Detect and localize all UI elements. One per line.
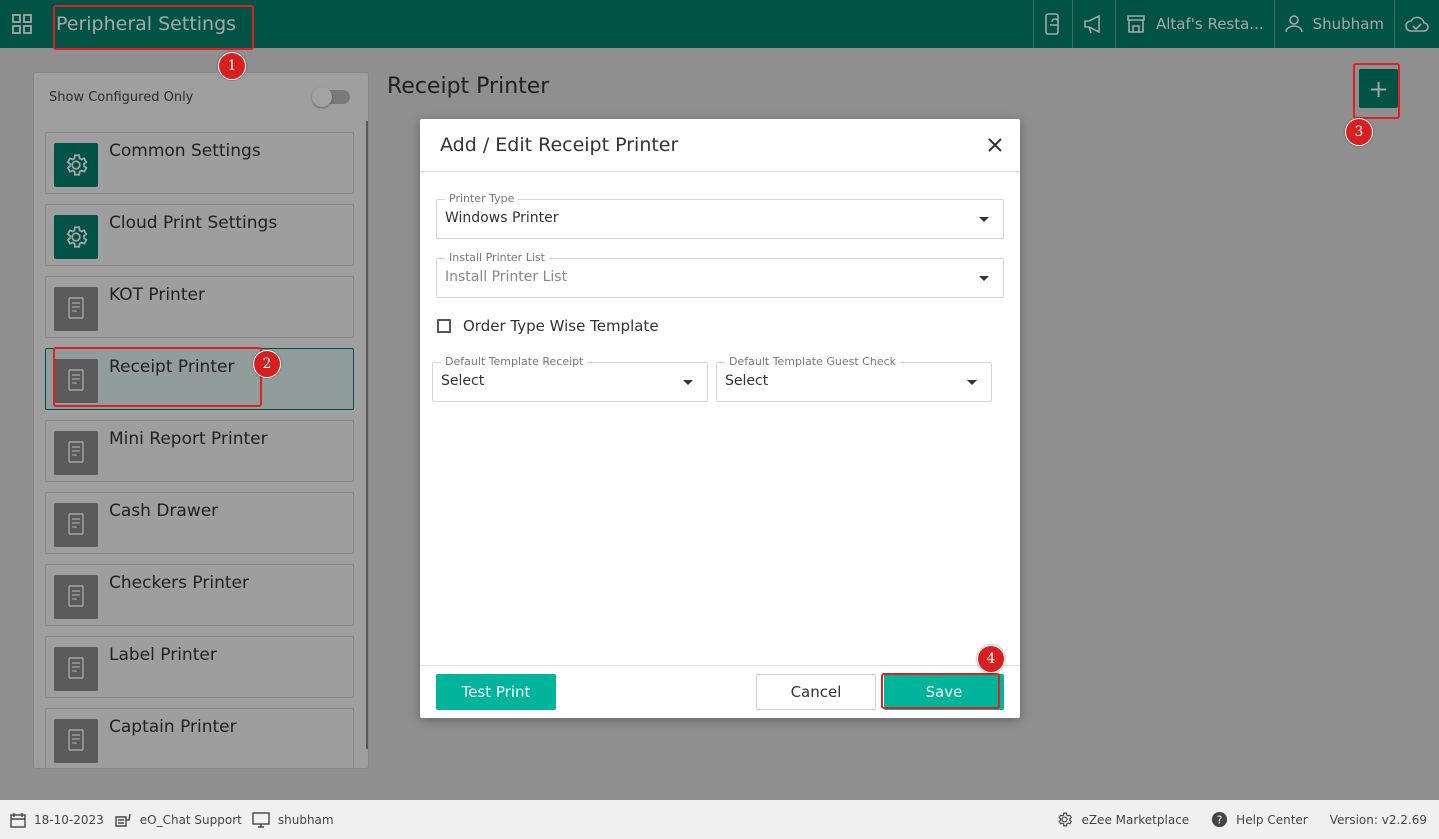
chevron-down-icon	[683, 380, 693, 385]
chevron-down-icon	[979, 276, 989, 281]
order-type-wise-template[interactable]: Order Type Wise Template	[437, 317, 659, 335]
template-guest-legend: Default Template Guest Check	[725, 355, 901, 368]
highlight-save-button	[881, 673, 1000, 709]
monitor-icon	[252, 811, 270, 828]
printer-type-value: Windows Printer	[445, 210, 559, 226]
printer-type-legend: Printer Type	[445, 192, 519, 205]
template-receipt-legend: Default Template Receipt	[441, 355, 588, 368]
install-printer-legend: Install Printer List	[445, 251, 549, 264]
highlight-receipt-printer	[53, 347, 262, 407]
annotation-marker-4: 4	[977, 645, 1005, 673]
test-print-button[interactable]: Test Print	[436, 674, 556, 710]
annotation-marker-2: 2	[253, 350, 281, 378]
install-printer-placeholder: Install Printer List	[445, 269, 568, 285]
template-guest-select[interactable]: Default Template Guest Check Select	[716, 355, 992, 402]
annotation-marker-3: 3	[1345, 118, 1373, 146]
chat-support-link[interactable]: eO_Chat Support	[114, 811, 242, 829]
template-receipt-select[interactable]: Default Template Receipt Select	[432, 355, 708, 402]
chat-support-text: eO_Chat Support	[139, 812, 242, 827]
close-icon[interactable]	[983, 133, 1007, 157]
template-guest-value: Select	[725, 373, 769, 389]
annotation-marker-1: 1	[218, 52, 246, 80]
order-type-checkbox[interactable]	[437, 319, 451, 333]
highlight-app-title	[53, 5, 254, 50]
marketplace-text: eZee Marketplace	[1081, 812, 1190, 827]
terminal-info: shubham	[252, 811, 334, 828]
chevron-down-icon	[967, 380, 977, 385]
calendar-icon	[10, 812, 26, 828]
help-icon: ?	[1212, 811, 1228, 828]
help-center-link[interactable]: ? Help Center	[1211, 811, 1308, 828]
highlight-add-button	[1353, 63, 1400, 119]
version-info: Version: v2.2.69	[1330, 813, 1427, 827]
date-text: 18-10-2023	[34, 812, 104, 827]
marketplace-link[interactable]: eZee Marketplace	[1056, 811, 1189, 828]
version-text: Version: v2.2.69	[1329, 812, 1427, 827]
order-type-label: Order Type Wise Template	[463, 317, 659, 335]
printer-dialog: Add / Edit Receipt Printer Printer Type …	[420, 119, 1020, 718]
dialog-title: Add / Edit Receipt Printer	[440, 134, 679, 156]
chat-support-icon	[115, 813, 131, 827]
install-printer-select[interactable]: Install Printer List Install Printer Lis…	[436, 251, 1004, 298]
template-receipt-value: Select	[441, 373, 485, 389]
chevron-down-icon	[979, 217, 989, 222]
status-bar: 18-10-2023 eO_Chat Support shubham eZee …	[0, 800, 1439, 839]
help-center-text: Help Center	[1236, 812, 1308, 827]
printer-type-select[interactable]: Printer Type Windows Printer	[436, 192, 1004, 239]
svg-text:?: ?	[1217, 814, 1223, 826]
cancel-button[interactable]: Cancel	[756, 674, 876, 710]
terminal-text: shubham	[277, 812, 334, 827]
dialog-header: Add / Edit Receipt Printer	[420, 119, 1020, 172]
status-date: 18-10-2023	[10, 812, 104, 828]
gear-icon	[1058, 812, 1073, 827]
